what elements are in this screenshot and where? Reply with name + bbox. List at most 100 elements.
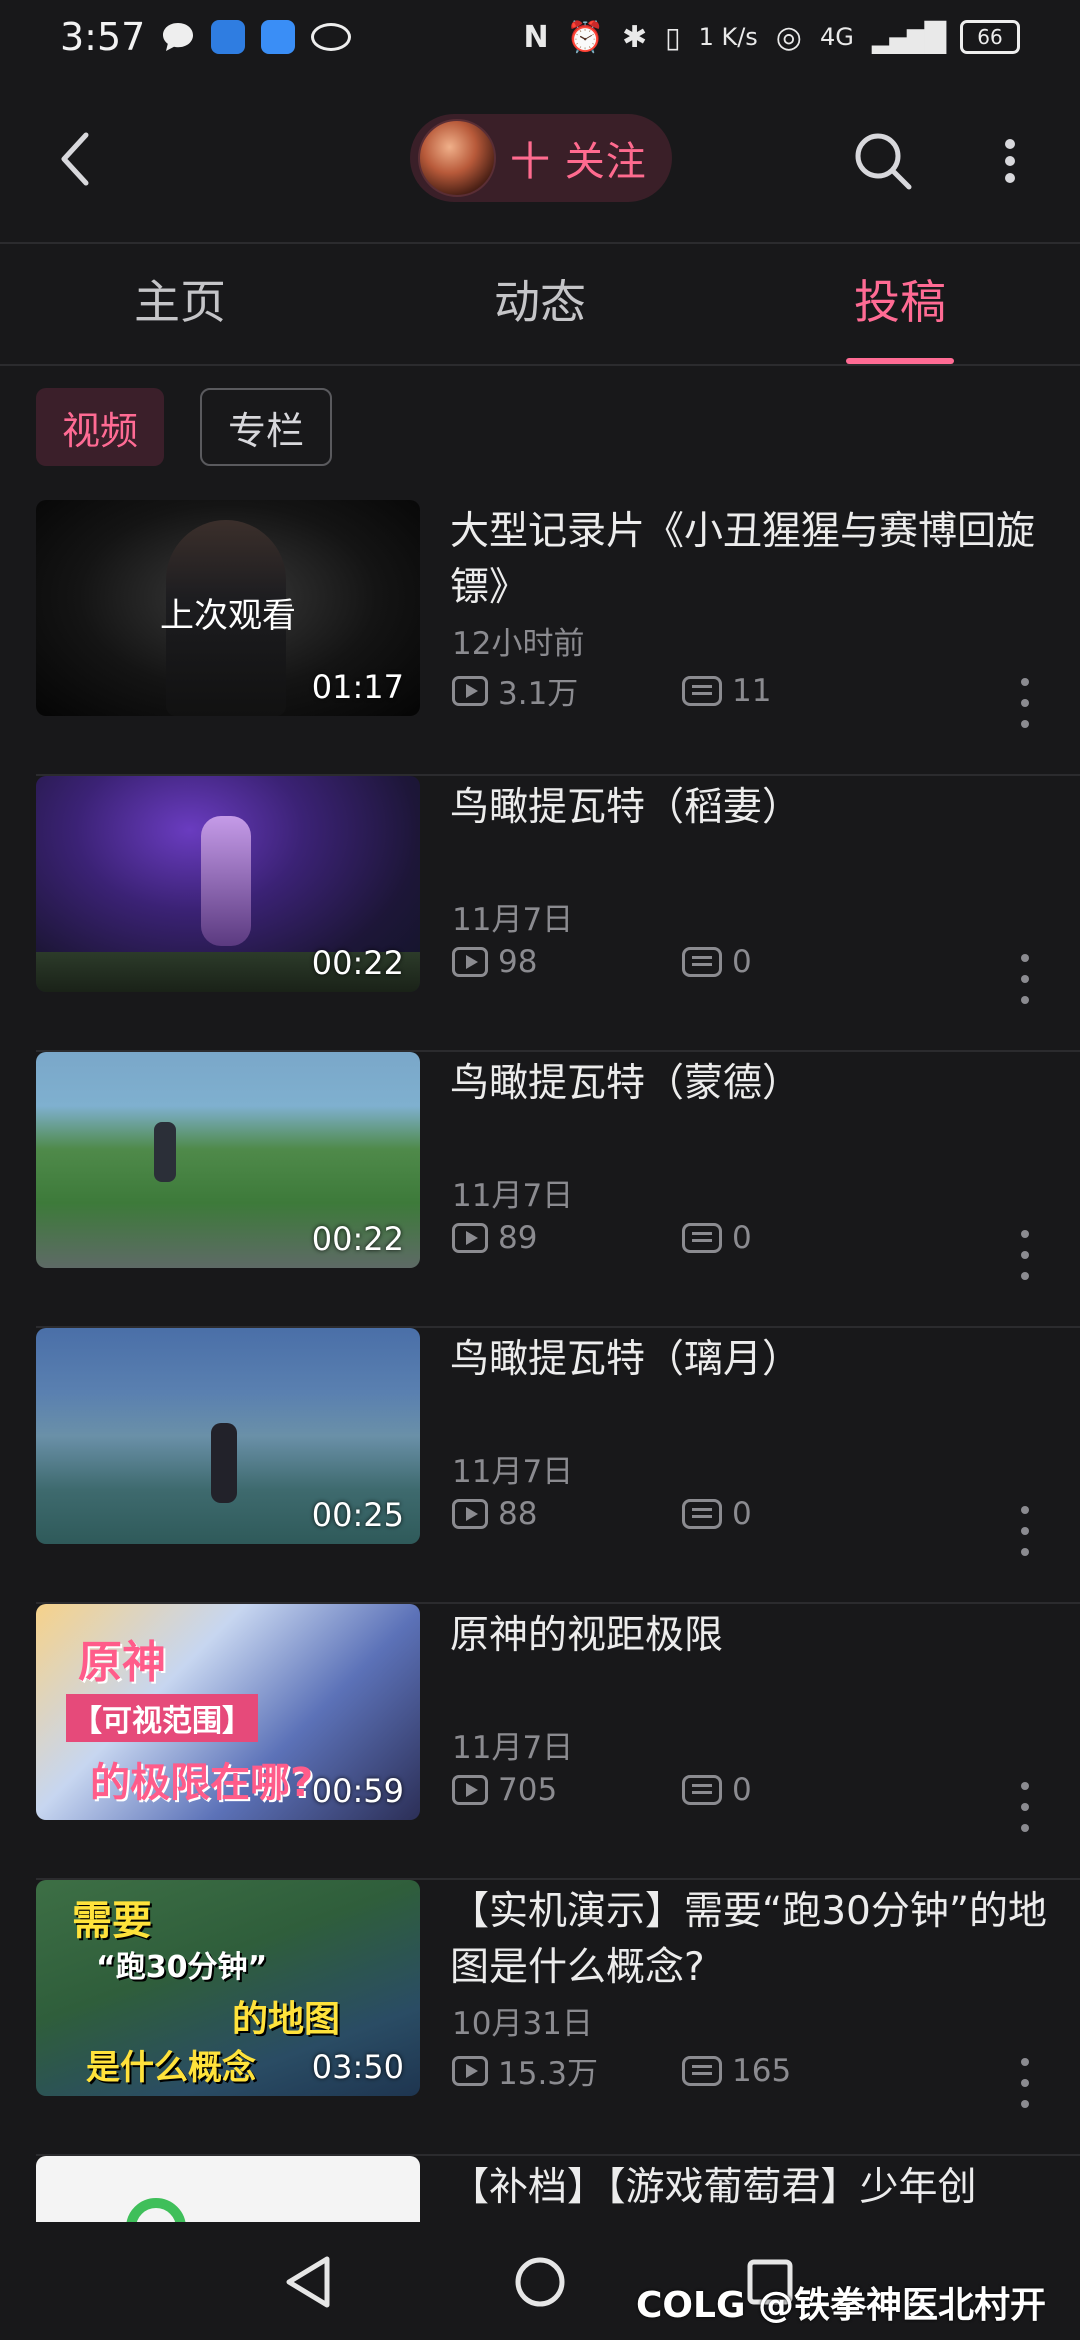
filter-column-chip[interactable]: 专栏: [200, 388, 333, 466]
video-title[interactable]: 鸟瞰提瓦特（璃月）: [450, 1332, 1050, 1388]
tab-home[interactable]: 主页: [60, 266, 300, 332]
video-more-button[interactable]: [1010, 1230, 1040, 1280]
tab-bar: 主页 动态 投稿: [0, 246, 1080, 366]
tabs-divider: [0, 364, 1080, 366]
video-duration: 00:22: [311, 944, 404, 982]
chevron-left-icon: [61, 132, 89, 186]
comment-count-value: 0: [732, 1496, 752, 1532]
video-stats: 705 0: [452, 1772, 912, 1808]
nav-home-button[interactable]: [510, 2252, 570, 2312]
video-stats: 3.1万 11: [452, 668, 912, 713]
video-more-button[interactable]: [1010, 2058, 1040, 2108]
comment-count-value: 0: [732, 1220, 752, 1256]
video-date: 11月7日: [452, 1454, 574, 1490]
more-button[interactable]: [990, 126, 1030, 196]
video-more-button[interactable]: [1010, 954, 1040, 1004]
video-item[interactable]: 上次观看 01:17 大型记录片《小丑猩猩与赛博回旋镖》 12小时前 3.1万 …: [0, 500, 1080, 776]
thumbnail-caption-line: 原神: [78, 1637, 166, 1688]
view-count-value: 3.1万: [498, 676, 579, 712]
view-count: 15.3万: [452, 2048, 682, 2093]
video-stats: 15.3万 165: [452, 2048, 912, 2093]
thumbnail-caption-line: 需要: [72, 1898, 152, 1944]
video-item[interactable]: 00:25 鸟瞰提瓦特（璃月） 11月7日 88 0: [0, 1328, 1080, 1604]
thumbnail-caption-line: 的极限在哪?: [90, 1760, 314, 1806]
battery-indicator: 66: [960, 20, 1020, 54]
video-thumbnail[interactable]: 原神 【可视范围】 的极限在哪? 00:59: [36, 1604, 420, 1820]
video-title[interactable]: 【实机演示】需要“跑30分钟”的地图是什么概念?: [450, 1884, 1050, 1996]
video-title[interactable]: 鸟瞰提瓦特（稻妻）: [450, 780, 1050, 836]
comment-count: 0: [682, 1496, 912, 1532]
video-more-button[interactable]: [1010, 1782, 1040, 1832]
comment-count: 0: [682, 944, 912, 980]
view-count: 705: [452, 1772, 682, 1808]
video-duration: 00:22: [311, 1220, 404, 1258]
video-title[interactable]: 【补档】【游戏葡萄君】少年创: [450, 2160, 1050, 2216]
search-button[interactable]: [848, 126, 918, 196]
nav-back-button[interactable]: [278, 2252, 338, 2312]
video-stats: 89 0: [452, 1220, 912, 1256]
video-thumbnail[interactable]: 需要 “跑30分钟” 的地图 是什么概念 03:50: [36, 1880, 420, 2096]
thumbnail-caption-line: 的地图: [232, 1999, 341, 2040]
comment-count-value: 11: [732, 672, 772, 709]
filter-video-chip[interactable]: 视频: [36, 388, 165, 466]
play-count-icon: [452, 1223, 488, 1253]
video-title[interactable]: 大型记录片《小丑猩猩与赛博回旋镖》: [450, 504, 1050, 616]
video-item[interactable]: 00:22 鸟瞰提瓦特（稻妻） 11月7日 98 0: [0, 776, 1080, 1052]
view-count-value: 15.3万: [498, 2056, 599, 2092]
video-item[interactable]: 需要 “跑30分钟” 的地图 是什么概念 03:50 【实机演示】需要“跑30分…: [0, 1880, 1080, 2156]
video-item[interactable]: 原神 【可视范围】 的极限在哪? 00:59 原神的视距极限 11月7日 705…: [0, 1604, 1080, 1880]
view-count-value: 98: [498, 944, 538, 980]
video-date: 11月7日: [452, 1178, 574, 1214]
video-title[interactable]: 原神的视距极限: [450, 1608, 1050, 1664]
view-count-value: 705: [498, 1772, 558, 1808]
signal-icon: ▂▄▆█: [871, 20, 946, 54]
eye-icon: [311, 23, 352, 51]
video-thumbnail[interactable]: 00:25: [36, 1328, 420, 1544]
last-watched-label: 上次观看: [160, 596, 296, 636]
watermark: COLG @铁拳神医北村开: [636, 2285, 1047, 2326]
tab-uploads[interactable]: 投稿: [780, 266, 1020, 332]
video-more-button[interactable]: [1010, 678, 1040, 728]
thumbnail-caption-line: 是什么概念: [86, 2048, 256, 2088]
vibrate-icon: ▯: [665, 20, 681, 54]
video-title[interactable]: 鸟瞰提瓦特（蒙德）: [450, 1056, 1050, 1112]
video-thumbnail[interactable]: 00:22: [36, 1052, 420, 1268]
video-duration: 00:59: [311, 1772, 404, 1810]
circle-home-icon: [515, 2257, 565, 2307]
filter-chips: 视频 专栏: [36, 388, 333, 468]
video-item[interactable]: 00:22 鸟瞰提瓦特（蒙德） 11月7日 89 0: [0, 1052, 1080, 1328]
status-right: N ⏰ ✱ ▯ 1 K/s ◎ 4G ▂▄▆█ 66: [524, 20, 1020, 55]
comment-icon: [682, 1223, 722, 1253]
video-more-button[interactable]: [1010, 1506, 1040, 1556]
video-thumbnail[interactable]: 00:22: [36, 776, 420, 992]
header-divider: [0, 242, 1080, 244]
top-bar: 十 关注: [0, 74, 1080, 244]
view-count: 88: [452, 1496, 682, 1532]
status-time: 3:57: [60, 15, 146, 59]
follow-button[interactable]: 十 关注: [410, 114, 672, 202]
tab-activity[interactable]: 动态: [420, 266, 660, 332]
character-figure: [201, 816, 251, 946]
video-list: 上次观看 01:17 大型记录片《小丑猩猩与赛博回旋镖》 12小时前 3.1万 …: [0, 500, 1080, 2296]
nfc-icon: N: [523, 19, 549, 55]
status-bar: 3:57 N ⏰ ✱ ▯ 1 K/s ◎ 4G ▂▄▆█ 66: [0, 0, 1080, 74]
thumbnail-caption-line: “跑30分钟”: [96, 1950, 268, 1985]
back-button[interactable]: [40, 124, 110, 194]
play-count-icon: [452, 675, 488, 706]
hotspot-icon: ◎: [775, 19, 802, 55]
play-count-icon: [452, 2055, 488, 2086]
video-stats: 98 0: [452, 944, 912, 980]
triangle-back-icon: [286, 2256, 330, 2308]
comment-count: 0: [682, 1772, 912, 1808]
comment-count-value: 0: [732, 1772, 752, 1808]
view-count-value: 88: [498, 1496, 538, 1532]
avatar[interactable]: [418, 119, 496, 197]
play-count-icon: [452, 1775, 488, 1805]
video-date: 11月7日: [452, 1730, 574, 1766]
net-speed: 1 K/s: [698, 23, 758, 51]
comment-count: 11: [682, 673, 912, 709]
video-date: 11月7日: [452, 902, 574, 938]
play-count-icon: [452, 1499, 488, 1529]
video-date: 10月31日: [452, 2006, 593, 2042]
video-thumbnail[interactable]: 上次观看 01:17: [36, 500, 420, 716]
